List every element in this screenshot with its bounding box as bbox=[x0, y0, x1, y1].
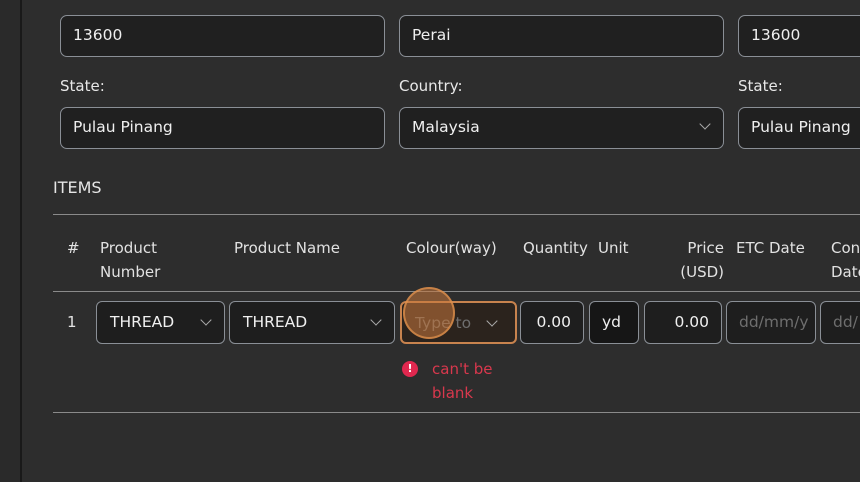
col-header-product-number: Product Number bbox=[100, 239, 161, 281]
postcode-value: 13600 bbox=[73, 26, 123, 44]
city-value: Perai bbox=[412, 26, 451, 44]
items-divider-top bbox=[53, 214, 860, 215]
col-header-con-date: Con Date bbox=[831, 239, 860, 281]
etc-date-placeholder: dd/mm/y bbox=[739, 313, 809, 331]
state-value-2: Pulau Pinang bbox=[751, 118, 851, 136]
unit-value: yd bbox=[602, 313, 622, 331]
chevron-down-icon bbox=[486, 315, 498, 327]
table-header-divider bbox=[53, 291, 860, 292]
row-number: 1 bbox=[67, 313, 77, 331]
unit-field[interactable]: yd bbox=[589, 301, 639, 344]
product-number-select[interactable]: THREAD bbox=[96, 301, 225, 344]
error-icon: ! bbox=[402, 361, 418, 377]
product-name-value: THREAD bbox=[243, 313, 308, 331]
product-name-select[interactable]: THREAD bbox=[229, 301, 395, 344]
chevron-down-icon bbox=[699, 118, 711, 130]
state-field-2[interactable]: Pulau Pinang bbox=[738, 107, 860, 149]
price-value: 0.00 bbox=[674, 313, 709, 331]
country-select[interactable]: Malaysia bbox=[399, 107, 724, 149]
state-value: Pulau Pinang bbox=[73, 118, 173, 136]
con-date-input[interactable]: dd/ bbox=[820, 301, 860, 344]
cursor-highlight bbox=[403, 287, 455, 339]
etc-date-input[interactable]: dd/mm/y bbox=[726, 301, 816, 344]
items-title: ITEMS bbox=[53, 178, 102, 197]
state-label-2: State: bbox=[738, 77, 783, 95]
city-field[interactable]: Perai bbox=[399, 15, 724, 57]
quantity-value: 0.00 bbox=[536, 313, 571, 331]
chevron-down-icon bbox=[200, 314, 212, 326]
col-header-etc-date: ETC Date bbox=[736, 239, 805, 257]
chevron-down-icon bbox=[370, 314, 382, 326]
country-value: Malaysia bbox=[412, 118, 480, 136]
product-number-value: THREAD bbox=[110, 313, 175, 331]
quantity-input[interactable]: 0.00 bbox=[520, 301, 584, 344]
postcode-field-2[interactable]: 13600 bbox=[738, 15, 860, 57]
col-header-price: Price (USD) bbox=[680, 239, 724, 281]
col-header-unit: Unit bbox=[598, 239, 629, 257]
col-header-product-name: Product Name bbox=[234, 239, 340, 257]
col-header-colourway: Colour(way) bbox=[406, 239, 497, 257]
error-message: can't be blank bbox=[432, 360, 493, 402]
postcode-field[interactable]: 13600 bbox=[60, 15, 385, 57]
left-sidebar-edge bbox=[0, 0, 22, 482]
items-divider-bottom bbox=[53, 412, 860, 413]
country-label: Country: bbox=[399, 77, 463, 95]
state-label: State: bbox=[60, 77, 105, 95]
state-field[interactable]: Pulau Pinang bbox=[60, 107, 385, 149]
postcode-value-2: 13600 bbox=[751, 26, 801, 44]
col-header-num: # bbox=[67, 239, 80, 257]
col-header-quantity: Quantity bbox=[523, 239, 588, 257]
con-date-placeholder: dd/ bbox=[833, 313, 858, 331]
price-input[interactable]: 0.00 bbox=[644, 301, 722, 344]
